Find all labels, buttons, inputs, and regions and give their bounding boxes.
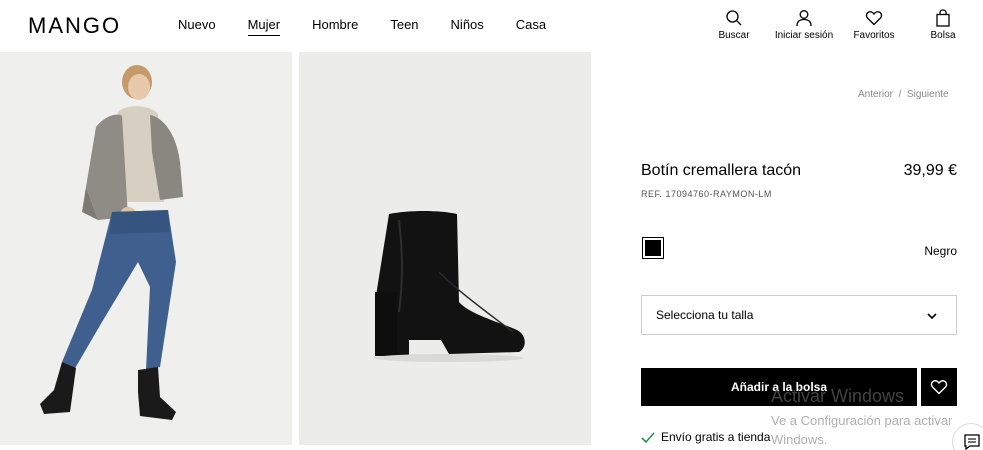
check-icon: [641, 432, 655, 443]
product-ref: REF. 17094760-RAYMON-LM: [641, 189, 772, 199]
login-button[interactable]: Iniciar sesión: [769, 9, 839, 41]
favorites-label: Favoritos: [853, 30, 895, 41]
nav-item-ninos[interactable]: Niños: [451, 17, 484, 36]
size-select-label: Selecciona tu talla: [656, 308, 754, 322]
pager-separator: /: [898, 89, 902, 100]
search-label: Buscar: [718, 30, 750, 41]
product-image-model[interactable]: [0, 52, 292, 445]
product-title: Botín cremallera tacón: [641, 162, 802, 179]
bag-button[interactable]: Bolsa: [908, 9, 978, 41]
main-nav: Nuevo Mujer Hombre Teen Niños Casa: [178, 17, 578, 36]
product-pager: Anterior / Siguiente: [858, 89, 949, 100]
brand-logo[interactable]: MANGO: [28, 13, 121, 39]
heart-icon: [865, 11, 883, 26]
bag-label: Bolsa: [930, 30, 956, 41]
next-link[interactable]: Siguiente: [907, 89, 949, 100]
prev-link[interactable]: Anterior: [858, 89, 893, 100]
nav-item-nuevo[interactable]: Nuevo: [178, 17, 216, 36]
windows-activation-title: Activar Windows: [771, 386, 905, 406]
color-swatch-fill: [645, 240, 661, 256]
favorites-button[interactable]: Favoritos: [839, 9, 909, 41]
boot-photo: [299, 52, 591, 445]
bag-icon: [936, 9, 950, 27]
color-swatch-black[interactable]: [642, 237, 664, 259]
nav-item-hombre[interactable]: Hombre: [312, 17, 358, 36]
login-label: Iniciar sesión: [774, 30, 834, 41]
site-header: MANGO Nuevo Mujer Hombre Teen Niños Casa…: [0, 0, 983, 52]
model-photo: [0, 52, 292, 445]
user-icon: [796, 10, 812, 27]
add-to-favorites-button[interactable]: [921, 368, 957, 406]
nav-item-mujer[interactable]: Mujer: [247, 17, 281, 36]
search-button[interactable]: Buscar: [699, 9, 769, 41]
product-price: 39,99 €: [903, 162, 957, 179]
chevron-down-icon: [927, 313, 937, 320]
search-icon: [726, 10, 742, 26]
shipping-text: Envío gratis a tienda: [661, 430, 771, 444]
product-image-boot[interactable]: [299, 52, 591, 445]
chat-icon: [964, 434, 980, 450]
nav-item-teen[interactable]: Teen: [390, 17, 418, 36]
shipping-info: Envío gratis a tienda: [641, 430, 770, 444]
color-name: Negro: [924, 244, 957, 258]
heart-icon: [930, 380, 948, 395]
nav-item-casa[interactable]: Casa: [516, 17, 546, 36]
size-select[interactable]: Selecciona tu talla: [641, 295, 957, 335]
